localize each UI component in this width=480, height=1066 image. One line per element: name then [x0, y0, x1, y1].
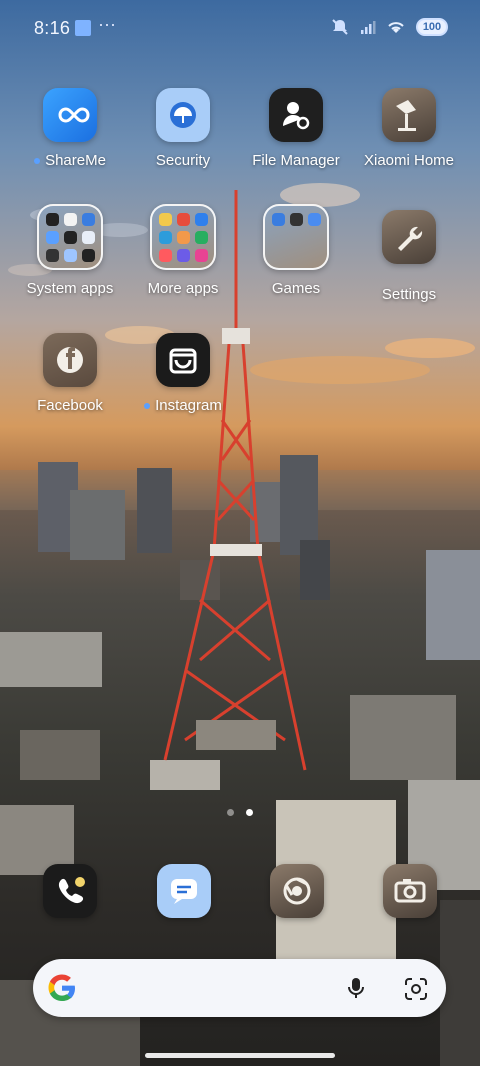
app-shareme[interactable]: ShareMe	[13, 88, 127, 169]
folder-system-apps[interactable]: System apps	[13, 204, 127, 297]
new-badge	[144, 403, 151, 410]
new-badge	[34, 158, 41, 165]
status-icons: 100	[330, 17, 448, 37]
messages-icon	[171, 879, 197, 904]
google-logo-icon	[48, 974, 75, 1001]
more-notifications-indicator: ···	[98, 14, 116, 34]
app-settings[interactable]: Settings	[352, 210, 466, 303]
app-label: ShareMe	[13, 152, 127, 169]
app-label: System apps	[26, 280, 114, 297]
app-label: Security	[155, 152, 211, 169]
app-label: File Manager	[252, 152, 340, 169]
camera-icon	[394, 879, 426, 903]
app-label: Instagram	[126, 397, 240, 414]
gesture-navigation-bar[interactable]	[145, 1053, 335, 1058]
folder-icon	[37, 204, 103, 270]
mute-bell-icon	[332, 19, 348, 35]
app-instagram[interactable]: Instagram	[126, 333, 240, 414]
app-label: Settings	[381, 286, 437, 303]
wifi-icon	[388, 22, 404, 33]
microphone-icon[interactable]	[343, 975, 369, 1001]
app-label-text: Instagram	[155, 397, 222, 414]
dock-camera[interactable]	[383, 864, 437, 918]
page-dot[interactable]	[227, 809, 234, 816]
xiaomi-home-icon	[382, 88, 436, 142]
app-label: Facebook	[37, 397, 103, 414]
app-label: Games	[271, 280, 321, 297]
security-icon	[156, 88, 210, 142]
clock: 8:16	[34, 18, 71, 38]
notification-icon	[75, 20, 91, 36]
folder-icon	[150, 204, 216, 270]
battery-indicator: 100	[416, 18, 448, 36]
google-search-bar[interactable]	[33, 959, 446, 1017]
dock-chrome[interactable]	[270, 864, 324, 918]
folder-more-apps[interactable]: More apps	[126, 204, 240, 297]
page-indicator	[0, 809, 480, 816]
settings-wrench-icon	[382, 210, 436, 264]
signal-icon	[361, 21, 376, 34]
app-security[interactable]: Security	[126, 88, 240, 169]
app-label: Xiaomi Home	[363, 152, 455, 169]
page-dot-active[interactable]	[246, 809, 253, 816]
file-manager-icon	[269, 88, 323, 142]
dock-messages[interactable]	[157, 864, 211, 918]
app-facebook[interactable]: Facebook	[13, 333, 127, 414]
dock-phone[interactable]	[43, 864, 97, 918]
folder-icon	[263, 204, 329, 270]
app-xiaomi-home[interactable]: Xiaomi Home	[352, 88, 466, 169]
status-bar: 8:16 ··· 100	[0, 0, 480, 56]
facebook-icon	[43, 333, 97, 387]
phone-icon	[58, 877, 85, 904]
app-label: More apps	[147, 280, 219, 297]
folder-games[interactable]: Games	[239, 204, 353, 297]
app-file-manager[interactable]: File Manager	[239, 88, 353, 169]
google-lens-icon[interactable]	[403, 976, 429, 1002]
instagram-icon	[156, 333, 210, 387]
app-label-text: ShareMe	[45, 152, 106, 169]
shareme-icon	[43, 88, 97, 142]
chrome-icon	[283, 877, 311, 905]
